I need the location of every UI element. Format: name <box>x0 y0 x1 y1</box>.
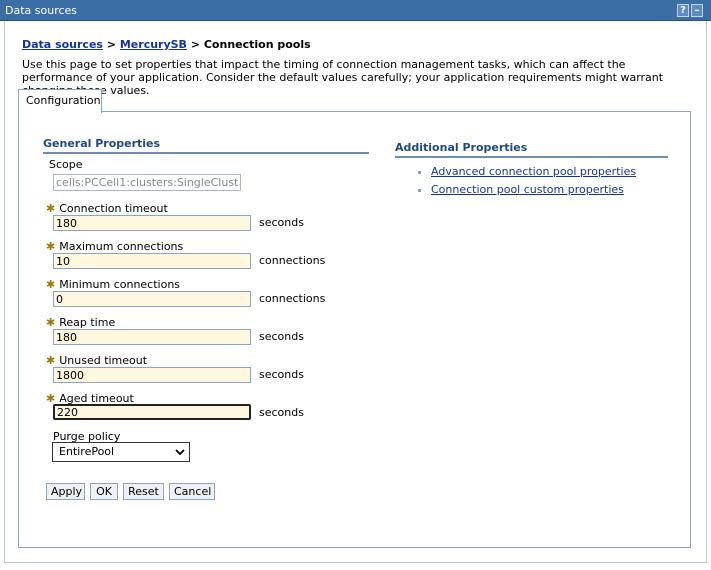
breadcrumb-separator: > <box>106 38 117 51</box>
required-icon: ✱ <box>46 278 56 291</box>
purge-policy-select[interactable]: EntirePool <box>52 442 190 462</box>
minimum-connections-label: ✱ Minimum connections <box>46 278 181 291</box>
unused-timeout-label: ✱ Unused timeout <box>46 354 148 367</box>
help-icon[interactable]: ? <box>677 4 689 17</box>
required-icon: ✱ <box>46 240 56 253</box>
additional-properties-heading: Additional Properties <box>395 141 668 158</box>
chevron-down-icon <box>175 443 185 468</box>
apply-button[interactable]: Apply <box>46 483 85 500</box>
maximum-connections-input[interactable] <box>53 253 251 269</box>
breadcrumb-current: Connection pools <box>203 38 311 51</box>
minimize-icon[interactable]: – <box>691 4 703 17</box>
connection-timeout-input[interactable] <box>53 215 251 231</box>
minimum-connections-input[interactable] <box>53 291 251 307</box>
breadcrumb: Data sources > MercurySB > Connection po… <box>22 38 311 51</box>
advanced-connection-pool-properties-link[interactable]: Advanced connection pool properties <box>431 165 636 178</box>
connection-timeout-unit: seconds <box>259 216 304 229</box>
maximum-connections-unit: connections <box>259 254 326 267</box>
breadcrumb-link-mercurysb[interactable]: MercurySB <box>120 38 187 51</box>
scope-label: Scope <box>49 158 83 171</box>
bullet-icon <box>418 189 421 192</box>
purge-policy-value: EntirePool <box>59 445 115 458</box>
window-titlebar: Data sources <box>0 0 711 21</box>
reap-time-label: ✱ Reap time <box>46 316 116 329</box>
connection-timeout-label: ✱ Connection timeout <box>46 202 168 215</box>
tab-configuration[interactable]: Configuration <box>18 89 102 113</box>
reap-time-unit: seconds <box>259 330 304 343</box>
scope-field <box>53 174 241 191</box>
required-icon: ✱ <box>46 316 56 329</box>
aged-timeout-input[interactable] <box>53 404 251 420</box>
required-icon: ✱ <box>46 354 56 367</box>
unused-timeout-input[interactable] <box>53 367 251 383</box>
general-properties-heading: General Properties <box>43 137 369 154</box>
maximum-connections-label: ✱ Maximum connections <box>46 240 184 253</box>
page-description: Use this page to set properties that imp… <box>22 58 664 97</box>
required-icon: ✱ <box>46 202 56 215</box>
connection-pool-custom-properties-link[interactable]: Connection pool custom properties <box>431 183 624 196</box>
reset-button[interactable]: Reset <box>123 483 164 500</box>
cancel-button[interactable]: Cancel <box>169 483 215 500</box>
bullet-icon <box>418 171 421 174</box>
reap-time-input[interactable] <box>53 329 251 345</box>
aged-timeout-unit: seconds <box>259 406 304 419</box>
minimum-connections-unit: connections <box>259 292 326 305</box>
window-title: Data sources <box>5 4 78 17</box>
breadcrumb-separator: > <box>190 38 201 51</box>
unused-timeout-unit: seconds <box>259 368 304 381</box>
breadcrumb-link-data-sources[interactable]: Data sources <box>22 38 103 51</box>
ok-button[interactable]: OK <box>90 483 118 500</box>
